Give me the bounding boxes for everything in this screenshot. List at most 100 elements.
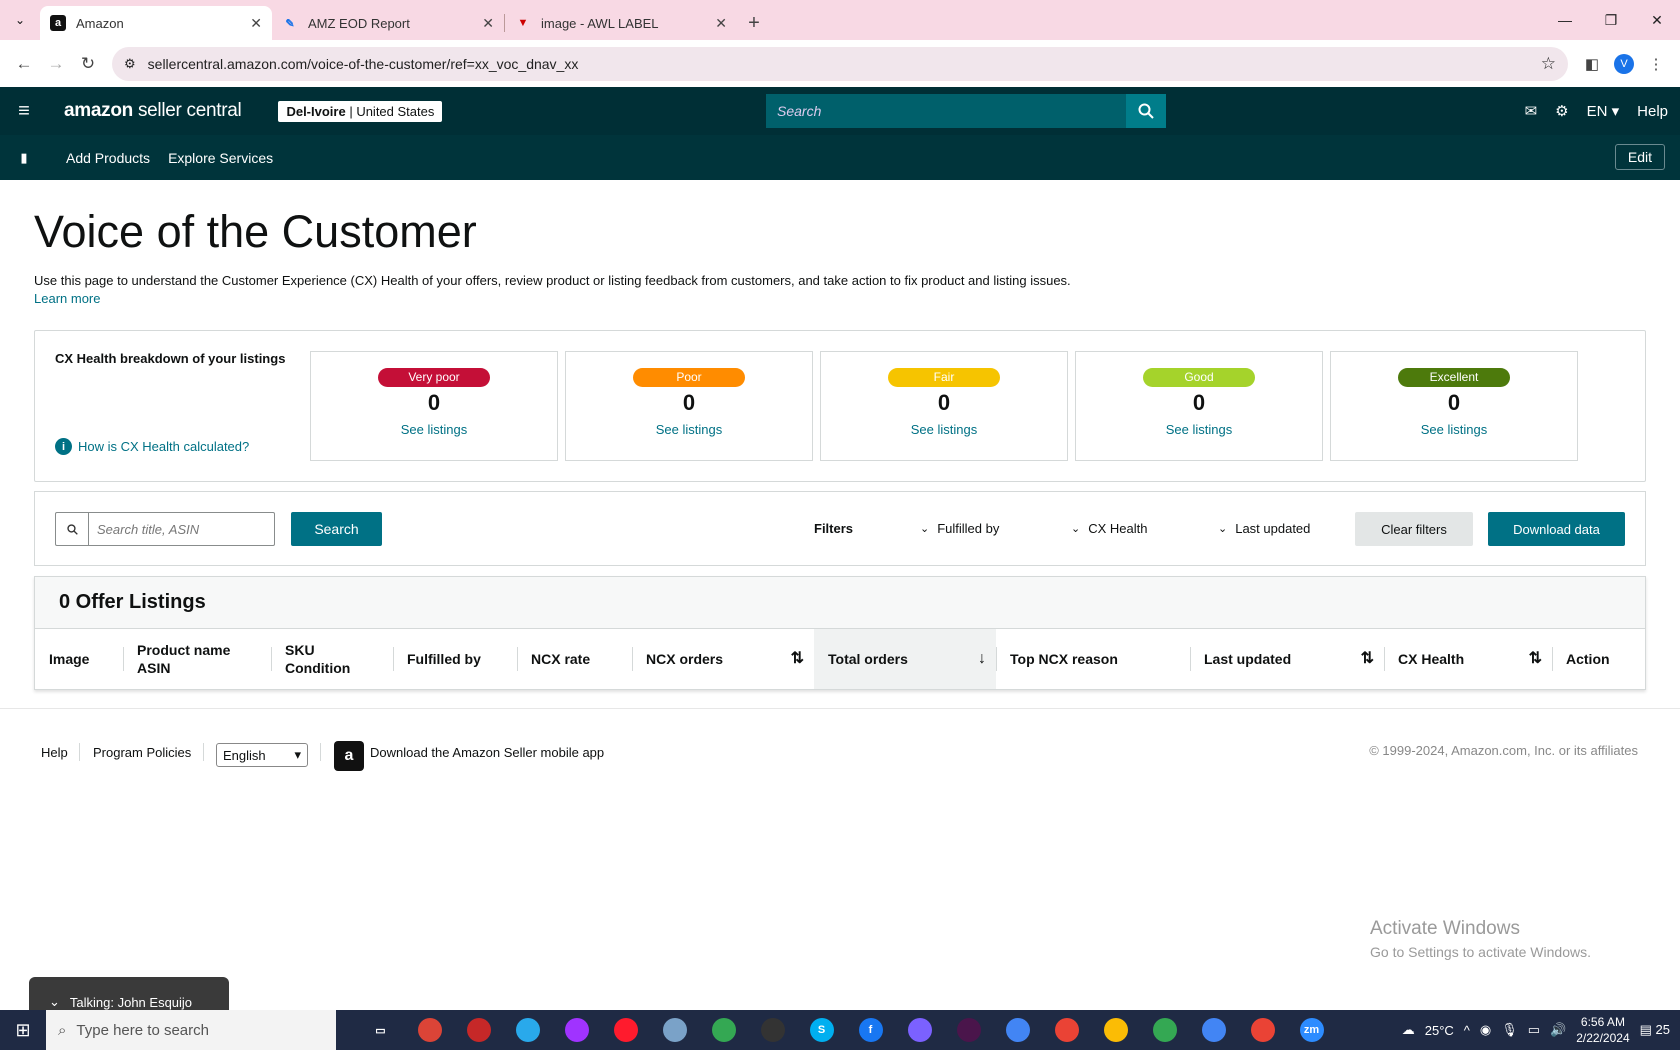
windows-start-icon[interactable]: ⊞ xyxy=(0,1010,46,1050)
add-products-link[interactable]: Add Products xyxy=(66,150,150,166)
store-switcher[interactable]: Del-Ivoire | United States xyxy=(278,100,443,122)
app-icon[interactable] xyxy=(650,1010,699,1050)
skype-icon[interactable]: S xyxy=(797,1010,846,1050)
cx-health-info-link[interactable]: i How is CX Health calculated? xyxy=(55,438,249,455)
messenger-icon[interactable] xyxy=(552,1010,601,1050)
notifications-icon[interactable]: ▤ 25 xyxy=(1640,1022,1670,1038)
mobile-app-link[interactable]: Download the Amazon Seller mobile app xyxy=(370,745,604,760)
chrome-icon[interactable] xyxy=(993,1010,1042,1050)
browser-tab[interactable]: ✎ AMZ EOD Report ✕ xyxy=(272,6,504,40)
browser-tab[interactable]: a Amazon ✕ xyxy=(40,6,272,40)
forward-icon[interactable]: → xyxy=(40,48,72,80)
network-icon[interactable]: ▭ xyxy=(1528,1022,1540,1038)
avatar: V xyxy=(1614,53,1634,74)
clear-filters-button[interactable]: Clear filters xyxy=(1355,512,1473,546)
profile-button[interactable]: V xyxy=(1608,48,1640,80)
edit-button[interactable]: Edit xyxy=(1614,144,1665,170)
cx-health-dropdown[interactable]: ⌄ CX Health xyxy=(1071,521,1147,536)
column-ncx-orders[interactable]: NCX orders ⇅ xyxy=(632,629,814,689)
sort-descending-icon[interactable]: ↓ xyxy=(978,650,986,668)
weather-icon[interactable]: ☁ xyxy=(1402,1022,1415,1038)
column-last-updated[interactable]: Last updated ⇅ xyxy=(1190,629,1384,689)
gear-icon[interactable]: ⚙ xyxy=(1555,102,1568,120)
top-search[interactable]: Search xyxy=(766,94,1166,128)
program-policies-link[interactable]: Program Policies xyxy=(93,745,191,760)
bookmark-star-icon[interactable]: ☆ xyxy=(1541,54,1556,74)
close-window-icon[interactable]: ✕ xyxy=(1634,0,1680,40)
footer-language-select[interactable]: English ▾ xyxy=(216,743,308,767)
site-info-icon[interactable]: ⚙ xyxy=(124,56,136,72)
fulfilled-by-dropdown[interactable]: ⌄ Fulfilled by xyxy=(920,521,999,536)
clock[interactable]: 6:56 AM 2/22/2024 xyxy=(1576,1014,1629,1046)
image-favicon-icon: ▼ xyxy=(517,17,529,29)
see-listings-link[interactable]: See listings xyxy=(566,422,812,437)
opera-icon[interactable] xyxy=(601,1010,650,1050)
new-tab-button[interactable]: + xyxy=(737,6,771,40)
chrome-icon[interactable] xyxy=(1140,1010,1189,1050)
tab-search-button[interactable]: ⌄ xyxy=(0,0,40,40)
language-label: EN xyxy=(1586,103,1608,120)
restore-icon[interactable]: ❐ xyxy=(1588,0,1634,40)
clock-app-icon[interactable] xyxy=(748,1010,797,1050)
language-selector[interactable]: EN ▾ xyxy=(1587,102,1620,120)
chrome-icon[interactable] xyxy=(1042,1010,1091,1050)
back-icon[interactable]: ← xyxy=(8,48,40,80)
chrome-icon[interactable] xyxy=(1189,1010,1238,1050)
see-listings-link[interactable]: See listings xyxy=(1076,422,1322,437)
taskbar-search[interactable]: ⌕ Type here to search xyxy=(46,1010,336,1050)
browser-menu-icon[interactable]: ⋮ xyxy=(1640,48,1672,80)
chrome-icon[interactable] xyxy=(405,1010,454,1050)
messenger-icon[interactable] xyxy=(895,1010,944,1050)
microphone-icon[interactable]: 🎙 xyxy=(1501,1022,1518,1038)
close-tab-icon[interactable]: ✕ xyxy=(482,15,494,32)
mail-icon[interactable]: ✉ xyxy=(1525,102,1538,120)
listing-search-input[interactable]: Search title, ASIN xyxy=(55,512,275,546)
see-listings-link[interactable]: See listings xyxy=(311,422,557,437)
download-data-button[interactable]: Download data xyxy=(1488,512,1625,546)
close-tab-icon[interactable]: ✕ xyxy=(715,15,727,32)
hamburger-menu-icon[interactable]: ≡ xyxy=(0,100,48,123)
last-updated-dropdown[interactable]: ⌄ Last updated xyxy=(1218,521,1310,536)
url-field[interactable]: ⚙ sellercentral.amazon.com/voice-of-the-… xyxy=(112,46,1568,81)
reload-icon[interactable]: ↻ xyxy=(72,48,104,80)
column-divider xyxy=(393,647,394,671)
minimize-icon[interactable]: — xyxy=(1542,0,1588,40)
slack-icon[interactable] xyxy=(944,1010,993,1050)
bookmark-icon[interactable]: ▮ xyxy=(0,150,48,166)
learn-more-link[interactable]: Learn more xyxy=(34,291,100,306)
chevron-down-icon[interactable]: ⌄ xyxy=(49,994,60,1010)
browser-tab[interactable]: ▼ image - AWL LABEL ✕ xyxy=(505,6,737,40)
column-cx-health[interactable]: CX Health ⇅ xyxy=(1384,629,1552,689)
task-view-icon[interactable]: ▭ xyxy=(356,1010,405,1050)
chrome-icon[interactable] xyxy=(699,1010,748,1050)
volume-icon[interactable]: 🔊 xyxy=(1550,1022,1566,1038)
amazon-app-icon[interactable]: a xyxy=(334,741,364,771)
side-panel-icon[interactable]: ◧ xyxy=(1576,48,1608,80)
sort-icon[interactable]: ⇅ xyxy=(1361,650,1374,668)
top-search-input[interactable]: Search xyxy=(766,103,1126,119)
search-icon[interactable] xyxy=(1126,94,1166,128)
chrome-icon[interactable] xyxy=(1238,1010,1287,1050)
sort-icon[interactable]: ⇅ xyxy=(791,650,804,668)
chevron-up-icon[interactable]: ^ xyxy=(1464,1023,1470,1038)
app-icon[interactable] xyxy=(454,1010,503,1050)
record-icon[interactable]: ◉ xyxy=(1480,1022,1491,1038)
see-listings-link[interactable]: See listings xyxy=(821,422,1067,437)
see-listings-link[interactable]: See listings xyxy=(1331,422,1577,437)
taskbar-search-placeholder: Type here to search xyxy=(76,1021,209,1039)
seller-central-logo[interactable]: amazon seller central xyxy=(64,100,242,122)
footer-help-link[interactable]: Help xyxy=(41,745,68,760)
explore-services-link[interactable]: Explore Services xyxy=(168,150,273,166)
close-tab-icon[interactable]: ✕ xyxy=(250,15,262,32)
weather-temp: 25°C xyxy=(1424,1022,1454,1038)
column-total-orders[interactable]: Total orders ↓ xyxy=(814,629,996,689)
facebook-icon[interactable]: f xyxy=(846,1010,895,1050)
help-link[interactable]: Help xyxy=(1637,103,1668,120)
sort-icon[interactable]: ⇅ xyxy=(1529,650,1542,668)
cx-count: 0 xyxy=(427,390,441,415)
column-action: Action xyxy=(1552,629,1646,689)
telegram-icon[interactable] xyxy=(503,1010,552,1050)
chrome-icon[interactable] xyxy=(1091,1010,1140,1050)
search-button[interactable]: Search xyxy=(291,512,382,546)
zoom-icon[interactable]: zm xyxy=(1287,1010,1336,1050)
